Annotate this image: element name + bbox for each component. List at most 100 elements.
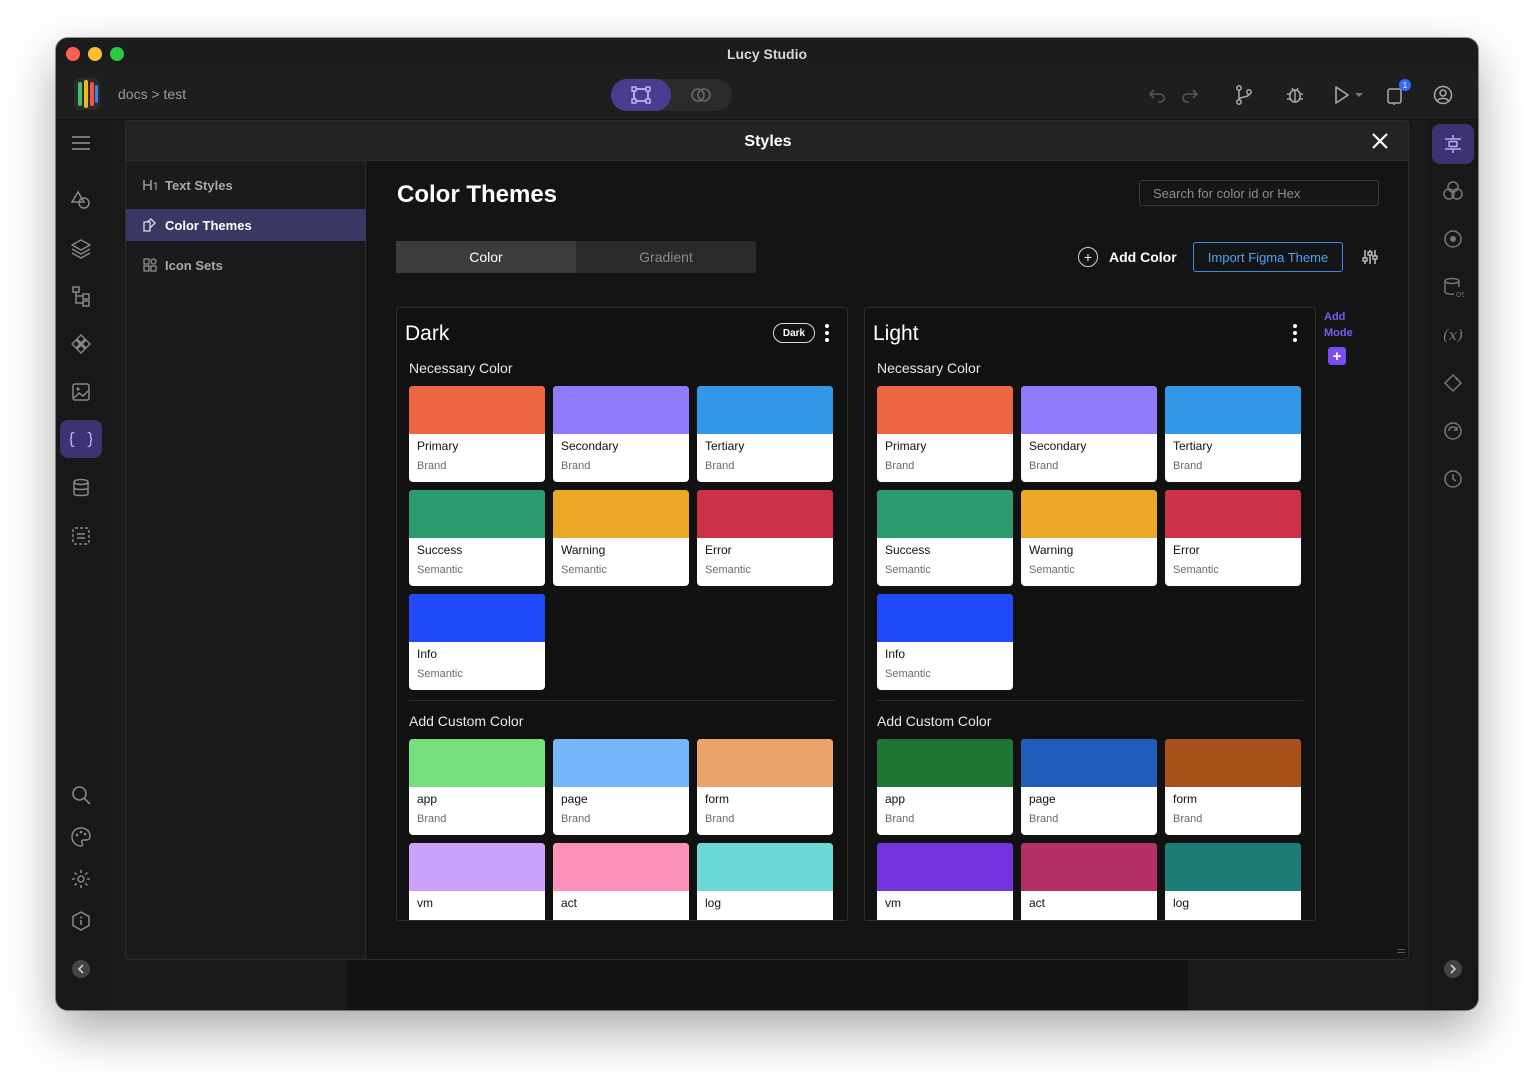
color-type: Semantic xyxy=(885,668,931,680)
color-card[interactable]: Primary Brand xyxy=(877,386,1013,482)
sidebar-item-color-themes[interactable]: Color Themes xyxy=(126,209,366,241)
shapes-icon[interactable] xyxy=(68,187,94,213)
color-name: app xyxy=(885,792,906,806)
collapse-left-icon[interactable] xyxy=(68,956,94,982)
more-options-icon[interactable] xyxy=(1289,322,1301,344)
color-name: Warning xyxy=(561,543,606,557)
breadcrumb[interactable]: docs > test xyxy=(118,86,186,102)
color-card[interactable]: page Brand xyxy=(553,739,689,835)
menu-icon[interactable] xyxy=(68,130,94,156)
color-card[interactable]: Secondary Brand xyxy=(553,386,689,482)
tab-gradient[interactable]: Gradient xyxy=(576,241,756,273)
color-card[interactable]: page Brand xyxy=(1021,739,1157,835)
tag-icon[interactable] xyxy=(1440,370,1466,396)
link-shapes-icon xyxy=(691,88,711,102)
theme-column-light: Light Necessary Color Add Custom Color P… xyxy=(864,307,1316,921)
color-card[interactable]: Tertiary Brand xyxy=(1165,386,1301,482)
color-card[interactable]: form Brand xyxy=(697,739,833,835)
color-name: Secondary xyxy=(1029,439,1087,453)
color-card[interactable]: log xyxy=(697,843,833,920)
color-card[interactable]: Error Semantic xyxy=(697,490,833,586)
effects-circles-icon[interactable] xyxy=(1440,178,1466,204)
color-card[interactable]: vm xyxy=(877,843,1013,920)
redo-icon[interactable] xyxy=(1177,82,1203,108)
undo-icon[interactable] xyxy=(1144,82,1170,108)
color-swatch xyxy=(553,386,689,434)
database-icon[interactable] xyxy=(68,475,94,501)
history-icon[interactable] xyxy=(1440,466,1466,492)
variable-function-icon[interactable]: (x) xyxy=(1440,322,1466,348)
filter-sliders-icon[interactable] xyxy=(1359,246,1381,268)
color-card[interactable]: Error Semantic xyxy=(1165,490,1301,586)
chevron-down-icon[interactable] xyxy=(1352,82,1366,108)
color-swatch xyxy=(1165,739,1301,787)
add-mode-plus-icon[interactable]: + xyxy=(1328,347,1346,365)
branch-icon[interactable] xyxy=(1231,82,1257,108)
more-options-icon[interactable] xyxy=(821,322,833,344)
target-icon[interactable] xyxy=(1440,226,1466,252)
sidebar-item-text-styles[interactable]: Text Styles xyxy=(126,169,366,201)
color-card[interactable]: act xyxy=(553,843,689,920)
color-card[interactable]: app Brand xyxy=(877,739,1013,835)
color-type: Brand xyxy=(417,813,447,825)
color-swatch xyxy=(1021,386,1157,434)
sidebar-item-label: Text Styles xyxy=(165,177,233,193)
search-icon[interactable] xyxy=(68,782,94,808)
svg-text:OS: OS xyxy=(1456,291,1464,298)
add-color-button[interactable]: + Add Color xyxy=(1078,246,1177,268)
layers-icon[interactable] xyxy=(68,235,94,261)
add-mode-label[interactable]: Add Mode xyxy=(1324,309,1364,341)
design-mode-button[interactable] xyxy=(611,79,671,111)
tree-icon[interactable] xyxy=(68,283,94,309)
resize-handle-icon[interactable] xyxy=(1397,949,1405,953)
color-card[interactable]: app Brand xyxy=(409,739,545,835)
color-card[interactable]: Info Semantic xyxy=(877,594,1013,690)
sidebar-item-label: Color Themes xyxy=(165,217,252,233)
color-name: Primary xyxy=(417,439,459,453)
color-card[interactable]: Success Semantic xyxy=(877,490,1013,586)
color-card[interactable]: Warning Semantic xyxy=(1021,490,1157,586)
color-card[interactable]: Info Semantic xyxy=(409,594,545,690)
color-card[interactable]: Secondary Brand xyxy=(1021,386,1157,482)
styles-braces-icon[interactable]: { } xyxy=(60,420,102,458)
color-card[interactable]: log xyxy=(1165,843,1301,920)
add-color-label: Add Color xyxy=(1109,249,1177,265)
user-avatar-icon[interactable] xyxy=(1430,82,1456,108)
color-card[interactable]: Tertiary Brand xyxy=(697,386,833,482)
database-os-icon[interactable]: OS xyxy=(1440,274,1466,300)
components-icon[interactable] xyxy=(68,331,94,357)
play-icon[interactable] xyxy=(1328,82,1354,108)
search-input[interactable] xyxy=(1139,180,1379,206)
color-type: Brand xyxy=(1173,460,1203,472)
color-swatch xyxy=(877,490,1013,538)
logic-mode-button[interactable] xyxy=(671,79,731,111)
color-type: Semantic xyxy=(885,564,931,576)
color-swatch xyxy=(697,739,833,787)
refresh-globe-icon[interactable] xyxy=(1440,418,1466,444)
color-card[interactable]: Success Semantic xyxy=(409,490,545,586)
bug-icon[interactable] xyxy=(1282,82,1308,108)
tab-color[interactable]: Color xyxy=(396,241,576,273)
close-icon[interactable] xyxy=(1369,130,1391,152)
color-card[interactable]: vm xyxy=(409,843,545,920)
left-activity-bar: { } xyxy=(56,120,106,1010)
image-icon[interactable] xyxy=(68,379,94,405)
settings-gear-icon[interactable] xyxy=(68,866,94,892)
color-swatch xyxy=(877,386,1013,434)
color-theme-icon xyxy=(142,217,158,233)
sidebar-item-icon-sets[interactable]: Icon Sets xyxy=(126,249,366,281)
import-figma-theme-button[interactable]: Import Figma Theme xyxy=(1193,242,1343,272)
color-card[interactable]: Primary Brand xyxy=(409,386,545,482)
color-card[interactable]: act xyxy=(1021,843,1157,920)
color-card[interactable]: form Brand xyxy=(1165,739,1301,835)
info-hexagon-icon[interactable] xyxy=(68,908,94,934)
collapse-right-icon[interactable] xyxy=(1440,956,1466,982)
palette-icon[interactable] xyxy=(68,824,94,850)
color-type: Brand xyxy=(885,460,915,472)
color-card[interactable]: Warning Semantic xyxy=(553,490,689,586)
device-preview-icon[interactable]: 1 xyxy=(1383,79,1411,108)
right-activity-bar: OS (x) xyxy=(1428,120,1478,1010)
dashed-box-icon[interactable] xyxy=(68,523,94,549)
properties-slider-icon[interactable] xyxy=(1432,124,1474,164)
plus-circle-icon: + xyxy=(1078,247,1098,267)
